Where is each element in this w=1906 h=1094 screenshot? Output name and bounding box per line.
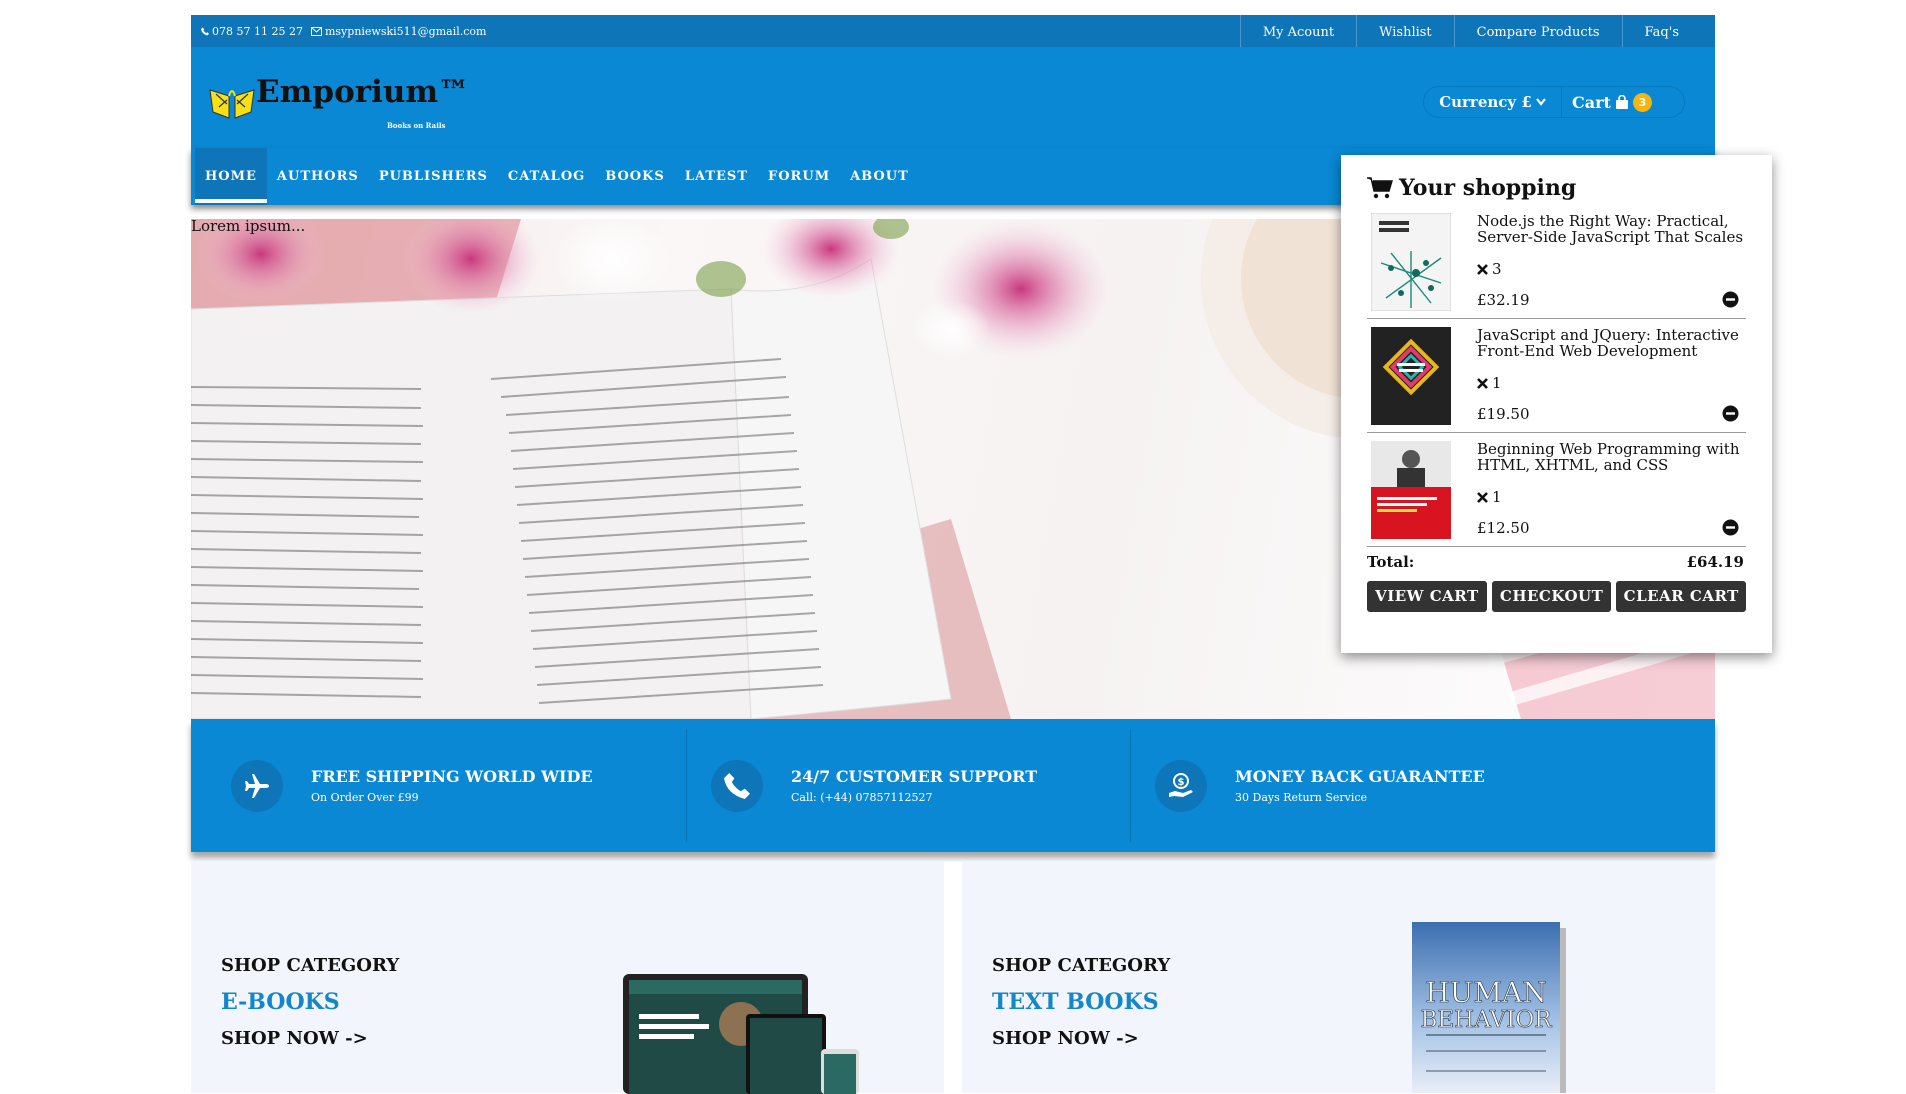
cart-item[interactable]: Node.js the Right Way: Practical, Server… [1367,205,1746,319]
feature-divider [686,729,687,842]
top-links: My Acount Wishlist Compare Products Faq'… [1239,15,1715,47]
header-actions: Currency £ Cart 3 [1423,86,1685,118]
cart-button[interactable]: Cart 3 [1562,92,1684,112]
cart-total-label: Total: [1367,553,1415,571]
shop-now-link[interactable]: SHOP NOW -> [992,1028,1139,1049]
email-contact[interactable]: msypniewski511@gmail.com [310,25,487,38]
envelope-icon [310,27,322,36]
cart-popup-heading: Your shopping [1399,175,1577,201]
cart-item-title[interactable]: Beginning Web Programming with HTML, XHT… [1477,441,1747,473]
clear-cart-button[interactable]: CLEAR CART [1616,581,1747,612]
book-thumbnail[interactable] [1371,327,1451,425]
cart-item-title[interactable]: Node.js the Right Way: Practical, Server… [1477,213,1747,245]
cart-item[interactable]: JavaScript and JQuery: Interactive Front… [1367,319,1746,433]
phone-icon [201,27,209,36]
compare-products-link[interactable]: Compare Products [1453,15,1622,47]
feature-money-back: $ MONEY BACK GUARANTEE 30 Days Return Se… [1155,719,1485,852]
contact-info: 078 57 11 25 27 msypniewski511@gmail.com [201,25,486,38]
feature-subtitle: 30 Days Return Service [1235,791,1368,804]
cart-label: Cart [1572,92,1611,112]
phone-number: 078 57 11 25 27 [212,25,303,38]
cart-item-quantity: 3 [1477,260,1502,278]
feature-subtitle: Call: (+44) 07857112527 [791,791,933,804]
cart-item-quantity: 1 [1477,488,1502,506]
feature-title: FREE SHIPPING WORLD WIDE [311,767,593,786]
feature-subtitle: On Order Over £99 [311,791,419,804]
faqs-link[interactable]: Faq's [1621,15,1715,47]
category-textbooks[interactable]: SHOP CATEGORY TEXT BOOKS SHOP NOW -> HUM… [962,862,1715,1093]
email-address: msypniewski511@gmail.com [324,25,487,38]
category-name: E-BOOKS [221,989,340,1015]
wishlist-link[interactable]: Wishlist [1356,15,1454,47]
cart-item-qty-value: 1 [1492,374,1502,392]
nav-authors[interactable]: AUTHORS [267,148,369,205]
category-ebooks[interactable]: SHOP CATEGORY E-BOOKS SHOP NOW -> [191,862,944,1094]
page: 078 57 11 25 27 msypniewski511@gmail.com… [191,15,1772,1094]
nav-about[interactable]: ABOUT [840,148,919,205]
category-section: SHOP CATEGORY E-BOOKS SHOP NOW -> SHOP C… [191,862,1715,1094]
cart-total: Total: £64.19 [1367,553,1746,571]
feature-support: 24/7 CUSTOMER SUPPORT Call: (+44) 078571… [711,719,1037,852]
airplane-icon [231,759,283,812]
cart-item-price: £19.50 [1477,405,1530,423]
feature-shipping: FREE SHIPPING WORLD WIDE On Order Over £… [231,719,593,852]
book-thumbnail[interactable] [1371,441,1451,539]
feature-title: 24/7 CUSTOMER SUPPORT [791,767,1038,786]
shop-now-link[interactable]: SHOP NOW -> [221,1028,368,1049]
checkout-button[interactable]: CHECKOUT [1491,581,1612,612]
currency-label: Currency £ [1439,93,1532,111]
book-thumbnail[interactable] [1371,213,1451,311]
features-bar: FREE SHIPPING WORLD WIDE On Order Over £… [191,719,1715,852]
cart-popup: Your shopping Node.js the Right Way: Pra… [1341,155,1772,653]
cart-item-title[interactable]: JavaScript and JQuery: Interactive Front… [1477,327,1747,359]
times-icon [1477,491,1488,503]
cart-actions: VIEW CART CHECKOUT CLEAR CART [1367,581,1747,612]
top-bar: 078 57 11 25 27 msypniewski511@gmail.com… [191,15,1715,47]
feature-divider [1130,729,1131,842]
cart-item-qty-value: 3 [1492,260,1502,278]
nav-home[interactable]: HOME [195,148,267,205]
view-cart-button[interactable]: VIEW CART [1367,581,1487,612]
cart-item-price: £12.50 [1477,519,1530,537]
nav-forum[interactable]: FORUM [758,148,840,205]
brand-name[interactable]: Emporium™ [256,74,469,110]
my-account-link[interactable]: My Acount [1239,15,1356,47]
feature-title: MONEY BACK GUARANTEE [1235,767,1485,786]
cart-item-price: £32.19 [1477,291,1530,309]
svg-text:HUMAN: HUMAN [1425,976,1546,1009]
remove-item-icon[interactable] [1722,291,1739,308]
cart-total-value: £64.19 [1686,553,1744,571]
nav-latest[interactable]: LATEST [675,148,758,205]
category-label: SHOP CATEGORY [992,955,1171,976]
svg-text:BEHAVIOR: BEHAVIOR [1420,1007,1552,1033]
shopping-bag-icon [1615,95,1628,109]
cart-count-badge: 3 [1632,92,1652,112]
site-header: Emporium™ Books on Rails Currency £ Cart… [191,47,1715,148]
cart-item[interactable]: Beginning Web Programming with HTML, XHT… [1367,433,1746,547]
times-icon [1477,263,1488,275]
cart-item-quantity: 1 [1477,374,1502,392]
shopping-cart-icon [1367,177,1393,199]
cart-item-qty-value: 1 [1492,488,1502,506]
category-name: TEXT BOOKS [992,989,1159,1015]
brand-tagline: Books on Rails [387,121,446,130]
nav-publishers[interactable]: PUBLISHERS [369,148,498,205]
nav-books[interactable]: BOOKS [595,148,675,205]
devices-image [623,974,859,1094]
remove-item-icon[interactable] [1722,519,1739,536]
chevron-down-icon [1535,98,1546,106]
remove-item-icon[interactable] [1722,405,1739,422]
currency-dropdown[interactable]: Currency £ [1424,87,1562,117]
hero-caption: Lorem ipsum... [191,217,306,235]
book-logo-icon[interactable] [207,80,257,120]
money-hand-icon: $ [1155,759,1207,812]
phone-contact[interactable]: 078 57 11 25 27 [201,25,303,38]
times-icon [1477,377,1488,389]
category-label: SHOP CATEGORY [221,955,400,976]
phone-icon [711,759,763,812]
nav-catalog[interactable]: CATALOG [498,148,595,205]
svg-text:$: $ [1178,777,1185,788]
textbook-cover-image: HUMAN BEHAVIOR [1412,922,1566,1093]
